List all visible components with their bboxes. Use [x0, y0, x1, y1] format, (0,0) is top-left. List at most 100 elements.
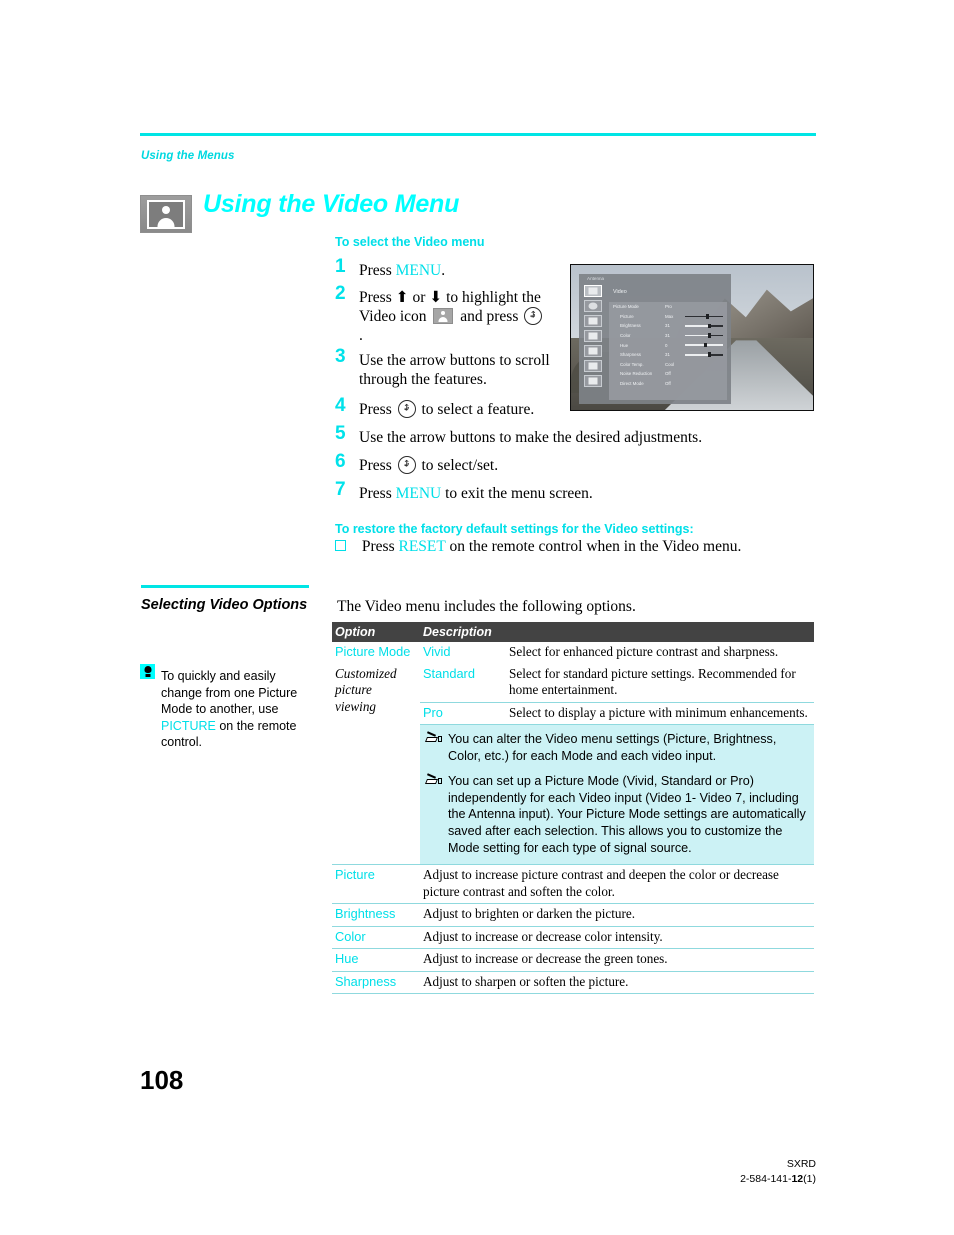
desc-standard: Select for standard picture settings. Re… — [506, 663, 815, 703]
osd-row-label: Noise Reduction — [620, 371, 653, 377]
osd-row[interactable]: Color 31 — [609, 331, 727, 341]
osd-row[interactable]: Picture Mode Pro — [609, 302, 727, 312]
osd-row-label: Color — [620, 333, 631, 339]
desc-vivid: Select for enhanced picture contrast and… — [509, 644, 779, 659]
step-text: Use the arrow buttons to scroll through … — [359, 352, 550, 388]
desc-hue: Adjust to increase or decrease the green… — [420, 948, 815, 972]
step-text-pre: Press — [359, 485, 396, 502]
desc-color: Adjust to increase or decrease color int… — [420, 926, 815, 950]
osd-row-value: Off — [665, 371, 671, 377]
table-row: Picture Adjust to increase picture contr… — [332, 864, 815, 905]
notes-cell: You can alter the Video menu settings (P… — [420, 723, 815, 866]
osd-parental-icon[interactable] — [584, 345, 602, 357]
osd-row[interactable]: Direct Mode Off — [609, 379, 727, 389]
value-standard: Standard — [420, 663, 506, 703]
step-number: 5 — [335, 423, 346, 444]
model-name: SXRD — [786, 1158, 816, 1170]
osd-slider[interactable] — [685, 352, 723, 357]
header-rule — [140, 133, 816, 136]
step-3: 3 Use the arrow buttons to scroll throug… — [335, 347, 550, 389]
step-text-pre: Press — [359, 401, 396, 418]
option-sharpness: Sharpness — [332, 971, 420, 995]
osd-row-label: Sharpness — [620, 352, 641, 358]
osd-row[interactable]: Hue 0 — [609, 340, 727, 350]
table-row: Sharpness Adjust to sharpen or soften th… — [332, 971, 815, 995]
osd-slider[interactable] — [685, 314, 723, 319]
table-header-row: Option Description — [332, 622, 815, 642]
video-options-table: Option Description Picture Mode Vivid Se… — [332, 622, 815, 995]
step-number: 4 — [335, 395, 346, 416]
step-text: Press MENU. — [359, 261, 565, 280]
section-subhead-select: To select the Video menu — [335, 235, 485, 249]
tip-text-pre: To quickly and easily change from one Pi… — [161, 669, 298, 717]
step-number: 6 — [335, 451, 346, 472]
sublabel-line: picture — [335, 682, 372, 697]
osd-setup-icon[interactable] — [584, 360, 602, 372]
step-2: 2 Press ⬆ or ⬇ to highlight the Video ic… — [335, 284, 550, 345]
table-row: Brightness Adjust to brighten or darken … — [332, 903, 815, 927]
osd-slider[interactable] — [685, 342, 723, 348]
document-number: 2-584-141-12(1) — [740, 1172, 816, 1187]
desc-pro: Select to display a picture with minimum… — [506, 702, 815, 725]
step-text: Press to select a feature. — [359, 400, 595, 419]
pencil-note-icon — [424, 733, 442, 744]
osd-row-label: Hue — [620, 342, 629, 348]
colophon: SXRD 2-584-141-12(1) — [740, 1157, 816, 1187]
osd-row-value: Pro — [665, 304, 672, 310]
step-7: 7 Press MENU to exit the menu screen. — [335, 480, 635, 503]
keyword-menu: MENU — [395, 262, 442, 279]
osd-row-value: 31 — [665, 352, 670, 358]
option-picture: Picture — [332, 864, 420, 905]
step-text-post: to select a feature. — [417, 401, 535, 418]
option-brightness: Brightness — [332, 903, 420, 927]
osd-pip-icon[interactable] — [584, 375, 602, 387]
left-section-rule — [141, 585, 309, 588]
osd-slider[interactable] — [685, 323, 723, 329]
osd-row-value: Max — [665, 313, 674, 319]
manual-page: Using the Menus Using the Video Menu To … — [0, 0, 954, 1235]
select-button-icon — [397, 456, 416, 474]
osd-row[interactable]: Noise Reduction Off — [609, 369, 727, 379]
osd-row-value: 31 — [665, 333, 670, 339]
desc-sharpness: Adjust to sharpen or soften the picture. — [420, 971, 815, 995]
section-subhead-restore: To restore the factory default settings … — [335, 522, 694, 536]
restore-text-pre: Press — [361, 538, 399, 555]
video-person-frame-icon — [140, 195, 192, 233]
table-row: Picture Mode Vivid Select for enhanced p… — [332, 642, 814, 664]
option-color: Color — [332, 926, 420, 950]
note-item: You can set up a Picture Mode (Vivid, St… — [424, 773, 806, 856]
doc-prefix: 2-584-141- — [740, 1173, 792, 1185]
osd-audio-icon[interactable] — [584, 300, 602, 312]
note-text: You can alter the Video menu settings (P… — [448, 732, 777, 763]
osd-row[interactable]: Picture Max — [609, 312, 727, 322]
osd-row[interactable]: Brightness 31 — [609, 321, 727, 331]
value-pro: Pro — [420, 702, 506, 725]
osd-video-icon[interactable] — [584, 285, 602, 297]
step-6: 6 Press to select/set. — [335, 452, 595, 475]
osd-settings-panel: Picture Mode Pro Picture Max Brightness … — [609, 302, 727, 400]
step-text-pre: Press — [359, 457, 396, 474]
pencil-note-icon — [424, 775, 442, 786]
tip-text: To quickly and easily change from one Pi… — [161, 668, 311, 751]
osd-slider[interactable] — [685, 333, 723, 338]
osd-row-label: Direct Mode — [620, 381, 644, 387]
osd-channel-icon[interactable] — [584, 330, 602, 342]
osd-row-value: Off — [665, 381, 671, 387]
option-picture-mode: Picture Mode — [335, 644, 411, 659]
osd-row[interactable]: Color Temp. Cool — [609, 360, 727, 370]
desc-picture: Adjust to increase picture contrast and … — [420, 864, 815, 905]
osd-icon-column — [584, 285, 606, 387]
step-text-pre: Press — [359, 262, 396, 279]
page-title: Using the Video Menu — [203, 190, 460, 218]
table-row: Color Adjust to increase or decrease col… — [332, 926, 815, 950]
osd-row-value: Cool — [665, 361, 675, 367]
osd-row-value: 31 — [665, 323, 670, 329]
desc-brightness: Adjust to brighten or darken the picture… — [420, 903, 815, 927]
osd-menu-name: Video — [613, 289, 627, 295]
osd-row[interactable]: Sharpness 31 — [609, 350, 727, 360]
osd-screen-icon[interactable] — [584, 315, 602, 327]
select-button-icon — [524, 307, 543, 325]
page-number: 108 — [140, 1065, 184, 1095]
osd-row-value: 0 — [665, 342, 668, 348]
step-5: 5 Use the arrow buttons to make the desi… — [335, 424, 765, 447]
